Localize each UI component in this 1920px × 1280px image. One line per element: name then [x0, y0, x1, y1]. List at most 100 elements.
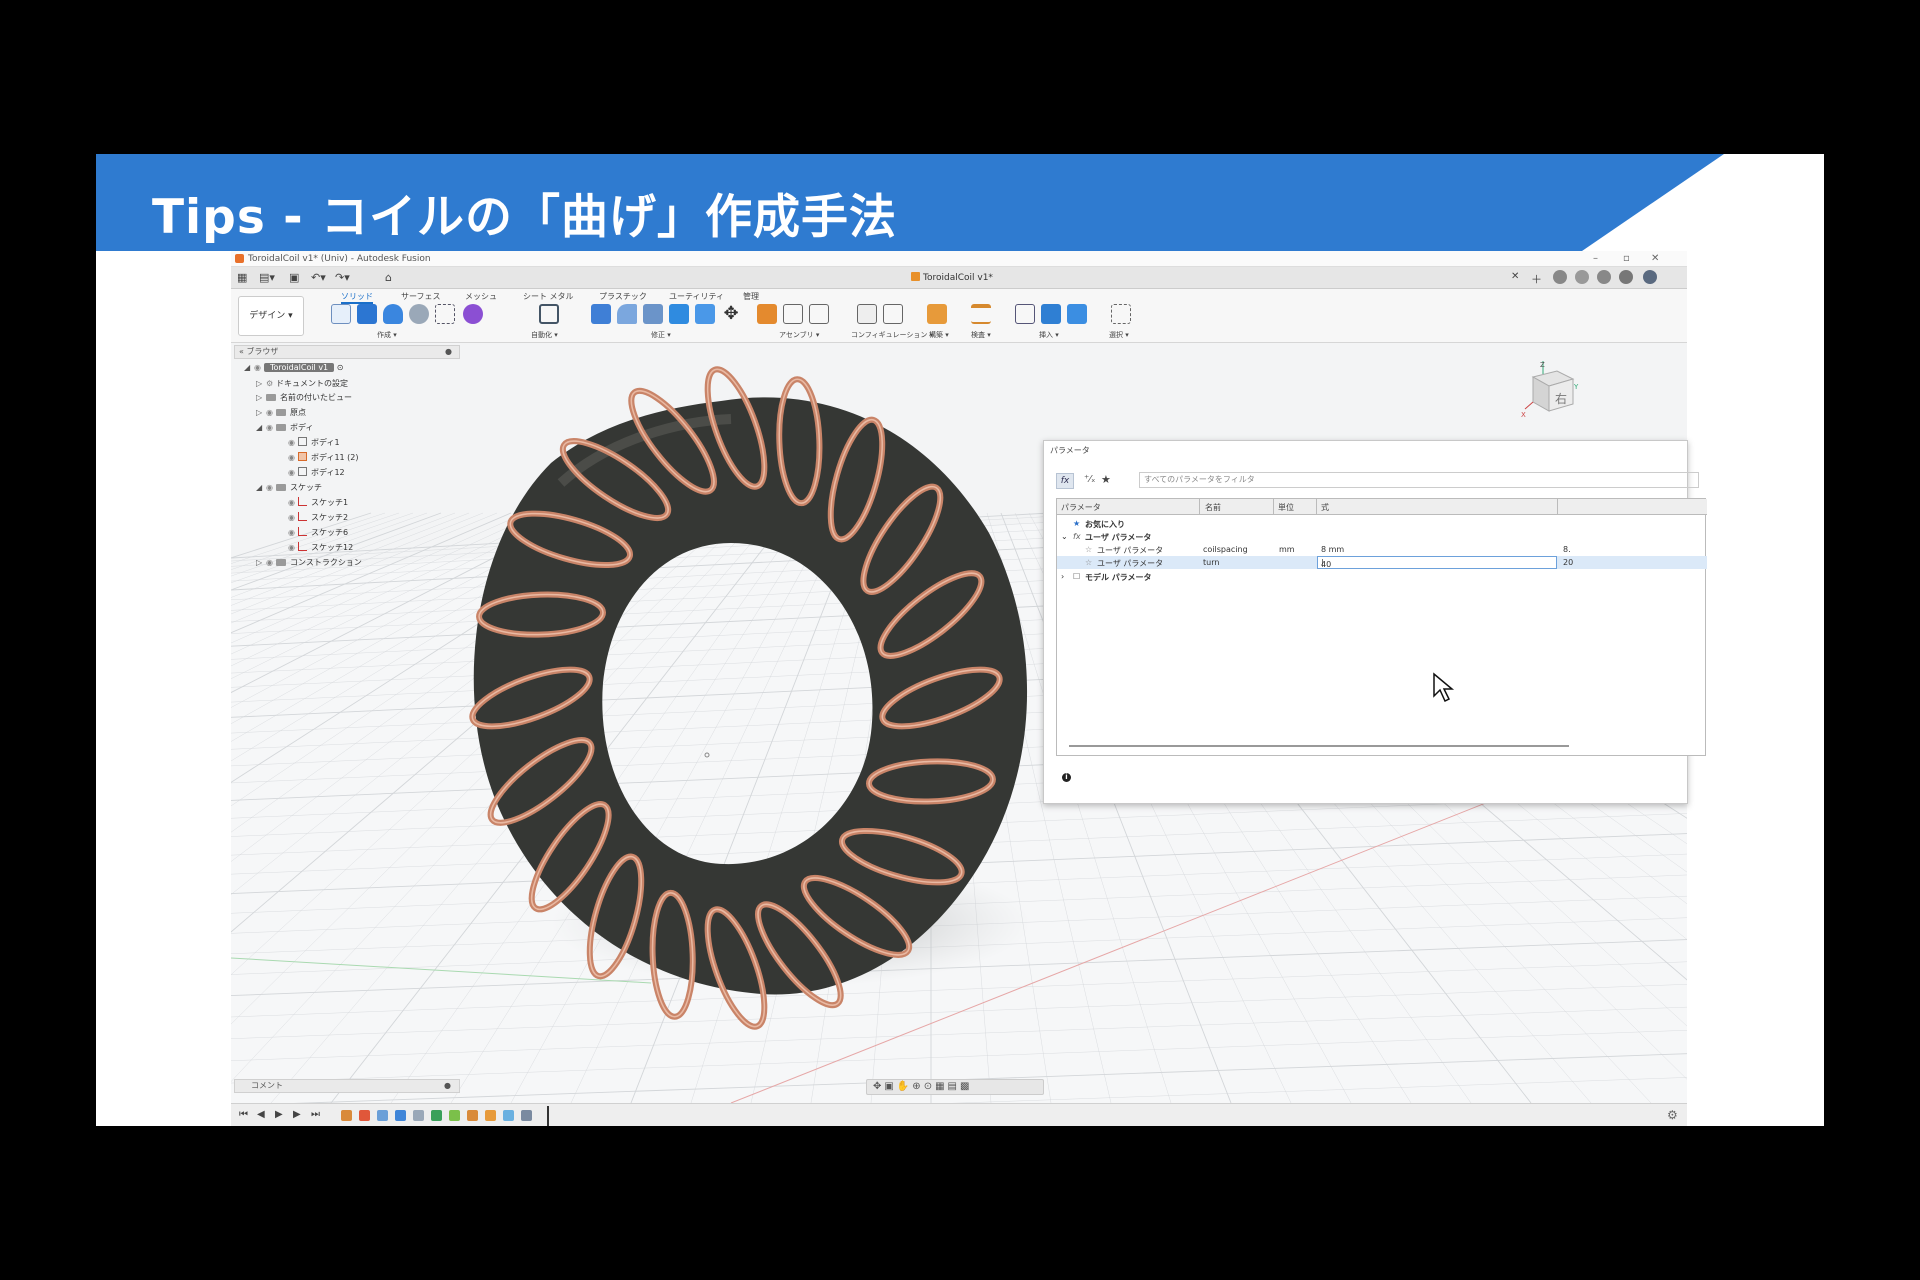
group-insert[interactable]: 挿入 ▾	[1039, 330, 1059, 340]
col-name[interactable]: 名前	[1205, 502, 1221, 513]
group-automate[interactable]: 自動化 ▾	[531, 330, 558, 340]
tab-manage[interactable]: 管理	[743, 291, 759, 302]
col-expression[interactable]: 式	[1321, 502, 1329, 513]
configure-icon[interactable]	[857, 304, 877, 324]
expand-arrow-icon[interactable]: ▷	[256, 393, 266, 402]
collapse-arrow-icon[interactable]: ◢	[244, 363, 254, 372]
navigation-bar[interactable]: ✥▣✋⊕⊙▦▤▩	[866, 1079, 1044, 1095]
zoom-icon[interactable]: ⊕	[912, 1081, 923, 1092]
extrude-icon[interactable]	[357, 304, 377, 324]
fillet-icon[interactable]	[617, 304, 637, 324]
star-outline-icon[interactable]: ☆	[1085, 545, 1092, 554]
tab-sheet-metal[interactable]: シート メタル	[523, 291, 574, 302]
offset-plane-icon[interactable]	[927, 304, 947, 324]
fx-icon[interactable]: fx	[1056, 473, 1074, 489]
eye-icon[interactable]: ◉	[266, 408, 276, 417]
eye-icon[interactable]: ◉	[288, 543, 298, 552]
home-icon[interactable]: ⌂	[385, 271, 392, 284]
combine-icon[interactable]	[695, 304, 715, 324]
hole-icon[interactable]	[409, 304, 429, 324]
maximize-icon[interactable]: ▫	[1623, 253, 1630, 264]
grid-settings-icon[interactable]: ▤	[948, 1081, 960, 1092]
timeline-marker[interactable]	[547, 1106, 549, 1126]
go-to-start-icon[interactable]: ⏮	[239, 1109, 248, 1120]
as-built-joint-icon[interactable]	[809, 304, 829, 324]
notifications-icon[interactable]	[1597, 270, 1611, 284]
info-icon[interactable]: i	[1062, 773, 1071, 782]
pan-icon[interactable]: ✋	[897, 1081, 912, 1092]
new-tab-icon[interactable]: ＋	[1531, 271, 1542, 287]
insert-mcmaster-icon[interactable]	[1041, 304, 1061, 324]
filter-input[interactable]: すべてのパラメータをフィルタ	[1139, 472, 1699, 488]
timeline-feature-icon[interactable]	[413, 1110, 424, 1121]
eye-icon[interactable]: ◉	[266, 558, 276, 567]
new-component-icon[interactable]	[757, 304, 777, 324]
redo-icon[interactable]: ↷▾	[335, 271, 350, 284]
tree-item-bodies[interactable]: ◢ ◉ ボディ	[256, 422, 313, 436]
star-outline-icon[interactable]: ☆	[1085, 558, 1092, 567]
col-parameter[interactable]: パラメータ	[1061, 502, 1101, 513]
tree-item-sketch6[interactable]: ◉ スケッチ6	[288, 527, 348, 541]
eye-icon[interactable]: ◉	[288, 453, 298, 462]
workspace-switcher-button[interactable]: デザイン ▾	[238, 296, 304, 336]
close-window-icon[interactable]: ✕	[1651, 253, 1659, 264]
tree-item-sketch12[interactable]: ◉ スケッチ12	[288, 542, 353, 556]
tree-item-sketch2[interactable]: ◉ スケッチ2	[288, 512, 348, 526]
help-icon[interactable]	[1619, 270, 1633, 284]
joint-icon[interactable]	[783, 304, 803, 324]
tree-root[interactable]: ◢ ◉ ToroidalCoil v1 ⊙	[244, 363, 343, 377]
row-expression[interactable]: 8 mm	[1321, 545, 1344, 554]
timeline-feature-icon[interactable]	[341, 1110, 352, 1121]
job-status-icon[interactable]	[1553, 270, 1567, 284]
table-scrollbar[interactable]	[1069, 745, 1569, 747]
eye-icon[interactable]: ◉	[266, 483, 276, 492]
eye-icon[interactable]: ◉	[288, 528, 298, 537]
timeline-feature-icon[interactable]	[377, 1110, 388, 1121]
eye-icon[interactable]: ◉	[288, 513, 298, 522]
tree-item-body1[interactable]: ◉ ボディ1	[288, 437, 340, 451]
timeline-feature-icon[interactable]	[449, 1110, 460, 1121]
tab-utilities[interactable]: ユーティリティ	[669, 291, 724, 302]
extensions-icon[interactable]	[1575, 270, 1589, 284]
grid-menu-icon[interactable]: ▦	[237, 271, 247, 284]
add-parameter-icon[interactable]: ⁺⁄ₓ	[1084, 474, 1095, 485]
tab-solid[interactable]: ソリッド	[341, 291, 373, 304]
expand-arrow-icon[interactable]: ▷	[256, 408, 266, 417]
expression-input[interactable]: 40 |	[1317, 556, 1557, 569]
fit-icon[interactable]: ⊙	[924, 1081, 935, 1092]
user-params-group-row[interactable]: ⌄ fx ユーザ パラメータ	[1057, 530, 1707, 543]
timeline-settings-icon[interactable]: ⚙	[1667, 1108, 1678, 1122]
root-radio-icon[interactable]: ⊙	[337, 363, 344, 372]
measure-icon[interactable]	[971, 304, 991, 324]
model-params-group-row[interactable]: › ☐ モデル パラメータ	[1057, 570, 1707, 583]
create-sketch-icon[interactable]	[331, 304, 351, 324]
group-construct[interactable]: 構築 ▾	[929, 330, 949, 340]
timeline-feature-icon[interactable]	[485, 1110, 496, 1121]
eye-icon[interactable]: ◉	[288, 498, 298, 507]
tree-item-sketches[interactable]: ◢ ◉ スケッチ	[256, 482, 322, 496]
viewports-icon[interactable]: ▩	[960, 1081, 972, 1092]
tree-item-body12[interactable]: ◉ ボディ12	[288, 467, 345, 481]
tree-item-document-settings[interactable]: ▷ ⚙ ドキュメントの設定	[256, 378, 348, 392]
group-create[interactable]: 作成 ▾	[377, 330, 397, 340]
step-forward-icon[interactable]: ▶	[293, 1109, 301, 1120]
tree-item-origin[interactable]: ▷ ◉ 原点	[256, 407, 306, 421]
timeline-feature-icon[interactable]	[467, 1110, 478, 1121]
step-back-icon[interactable]: ◀	[257, 1109, 265, 1120]
group-modify[interactable]: 修正 ▾	[651, 330, 671, 340]
expand-arrow-icon[interactable]: ▷	[256, 379, 266, 388]
display-settings-icon[interactable]: ▦	[935, 1081, 947, 1092]
insert-canvas-icon[interactable]	[1067, 304, 1087, 324]
press-pull-icon[interactable]	[591, 304, 611, 324]
expand-chevron-icon[interactable]: ›	[1061, 572, 1064, 581]
timeline-feature-icon[interactable]	[521, 1110, 532, 1121]
eye-icon[interactable]: ◉	[288, 468, 298, 477]
document-tab[interactable]: ToroidalCoil v1*	[911, 272, 993, 283]
tree-item-construction[interactable]: ▷ ◉ コンストラクション	[256, 557, 362, 571]
group-assemble[interactable]: アセンブリ ▾	[779, 330, 819, 340]
insert-derive-icon[interactable]	[1015, 304, 1035, 324]
automate-icon[interactable]	[539, 304, 559, 324]
favorite-star-icon[interactable]: ★	[1101, 473, 1111, 486]
browser-pin-icon[interactable]: ●	[445, 346, 452, 358]
tab-plastic[interactable]: プラスチック	[599, 291, 647, 302]
